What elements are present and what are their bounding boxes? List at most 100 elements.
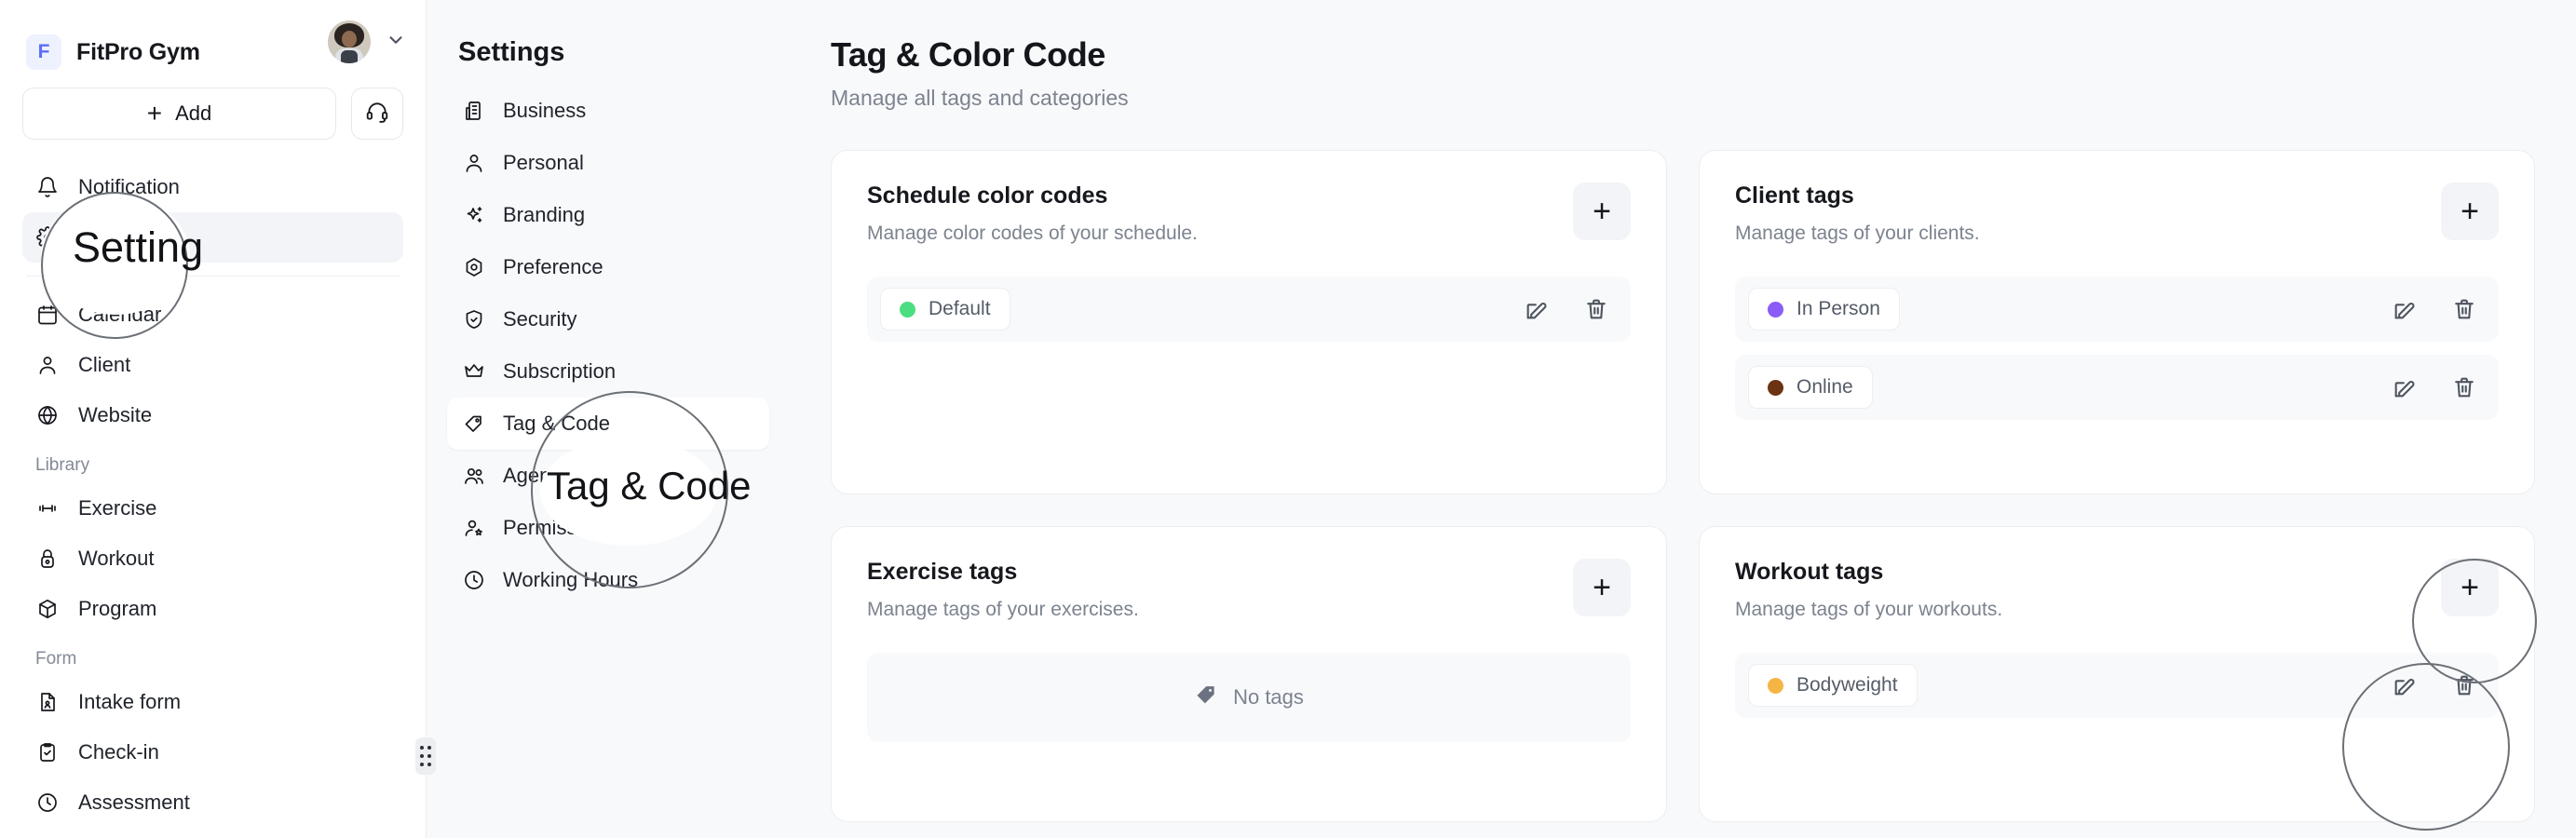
settings-item-label: Security xyxy=(503,307,576,331)
bell-icon xyxy=(35,175,60,199)
add-button[interactable]: + Add xyxy=(22,88,336,140)
shield-check-icon xyxy=(462,307,486,331)
plus-icon: + xyxy=(147,101,162,127)
grip-dots-right xyxy=(427,746,431,766)
calendar-icon xyxy=(35,303,60,327)
sidebar-action-row: + Add xyxy=(22,84,403,140)
row-actions xyxy=(2391,373,2478,401)
card-subtitle: Manage tags of your workouts. xyxy=(1735,599,2002,621)
user-icon xyxy=(462,151,486,175)
color-dot xyxy=(900,302,915,318)
chevron-down-icon[interactable] xyxy=(386,30,406,55)
settings-item-working-hours[interactable]: Working Hours xyxy=(447,554,769,606)
add-client-tag-button[interactable]: + xyxy=(2441,182,2499,240)
support-button[interactable] xyxy=(351,88,403,140)
card-header: Workout tags Manage tags of your workout… xyxy=(1735,559,2499,621)
delete-icon[interactable] xyxy=(2450,671,2478,699)
settings-item-business[interactable]: Business xyxy=(447,85,769,137)
add-workout-tag-button[interactable]: + xyxy=(2441,559,2499,616)
sidebar-item-check-in[interactable]: Check-in xyxy=(22,727,403,777)
edit-icon[interactable] xyxy=(2391,295,2419,323)
building-icon xyxy=(462,99,486,123)
sidebar-item-setting[interactable]: Setting xyxy=(22,212,403,263)
sidebar-item-exercise[interactable]: Exercise xyxy=(22,483,403,534)
clipboard-check-icon xyxy=(35,740,60,764)
card-title: Client tags xyxy=(1735,182,1980,210)
card-header: Exercise tags Manage tags of your exerci… xyxy=(867,559,1631,621)
sidebar-item-label: Assessment xyxy=(78,791,190,815)
add-exercise-tag-button[interactable]: + xyxy=(1573,559,1631,616)
sidebar-item-website[interactable]: Website xyxy=(22,390,403,440)
settings-item-subscription[interactable]: Subscription xyxy=(447,345,769,398)
table-row: Online xyxy=(1735,355,2499,420)
settings-item-label: Subscription xyxy=(503,359,616,384)
sidebar-resize-handle[interactable] xyxy=(415,737,436,775)
workout-icon xyxy=(35,547,60,571)
settings-nav-title: Settings xyxy=(447,37,769,68)
tag-rows: Bodyweight xyxy=(1735,653,2499,718)
delete-icon[interactable] xyxy=(2450,373,2478,401)
delete-icon[interactable] xyxy=(1582,295,1610,323)
settings-item-personal[interactable]: Personal xyxy=(447,137,769,189)
color-dot xyxy=(1768,678,1783,694)
sidebar-item-label: Intake form xyxy=(78,690,181,714)
settings-item-preference[interactable]: Preference xyxy=(447,241,769,293)
color-dot xyxy=(1768,302,1783,318)
tag-chip[interactable]: Default xyxy=(880,288,1010,331)
settings-item-security[interactable]: Security xyxy=(447,293,769,345)
color-dot xyxy=(1768,380,1783,396)
settings-item-permission[interactable]: Permission xyxy=(447,502,769,554)
crown-icon xyxy=(462,359,486,384)
globe-icon xyxy=(35,403,60,427)
avatar[interactable] xyxy=(328,20,371,63)
sidebar-item-calendar[interactable]: Calendar xyxy=(22,290,403,340)
dumbbell-icon xyxy=(35,496,60,520)
table-row: Default xyxy=(867,277,1631,342)
row-actions xyxy=(2391,671,2478,699)
tag-chip[interactable]: Online xyxy=(1748,366,1873,409)
settings-item-label: Branding xyxy=(503,203,585,227)
tag-chip[interactable]: Bodyweight xyxy=(1748,664,1918,707)
headset-icon xyxy=(365,100,389,128)
settings-nav: Settings Business Personal Branding Pref… xyxy=(427,0,790,838)
settings-item-tag-code[interactable]: Tag & Code xyxy=(447,398,769,450)
add-button-label: Add xyxy=(175,101,211,126)
edit-icon[interactable] xyxy=(2391,671,2419,699)
sparkle-icon xyxy=(462,203,486,227)
settings-item-agent[interactable]: Agent xyxy=(447,450,769,502)
settings-item-label: Preference xyxy=(503,255,603,279)
add-schedule-color-button[interactable]: + xyxy=(1573,182,1631,240)
settings-item-branding[interactable]: Branding xyxy=(447,189,769,241)
tag-rows: In Person xyxy=(1735,277,2499,420)
card-exercise-tags: Exercise tags Manage tags of your exerci… xyxy=(831,526,1667,822)
sidebar-item-notification[interactable]: Notification xyxy=(22,162,403,212)
delete-icon[interactable] xyxy=(2450,295,2478,323)
settings-item-label: Business xyxy=(503,99,586,123)
sidebar-item-workout[interactable]: Workout xyxy=(22,534,403,584)
tag-label: Bodyweight xyxy=(1796,674,1898,696)
box-icon xyxy=(35,597,60,621)
sidebar-group-library: Library xyxy=(22,440,403,483)
user-menu[interactable] xyxy=(328,20,406,63)
sidebar-item-program[interactable]: Program xyxy=(22,584,403,634)
settings-item-label: Personal xyxy=(503,151,584,175)
gear-icon xyxy=(35,225,60,250)
sidebar-item-label: Notification xyxy=(78,175,180,199)
settings-item-label: Permission xyxy=(503,516,604,540)
sidebar-item-label: Program xyxy=(78,597,156,621)
card-subtitle: Manage tags of your clients. xyxy=(1735,223,1980,245)
hexagon-icon xyxy=(462,255,486,279)
sidebar-nav: Notification Setting Calendar Client xyxy=(22,162,403,828)
tag-chip[interactable]: In Person xyxy=(1748,288,1900,331)
edit-icon[interactable] xyxy=(1523,295,1551,323)
card-workout-tags: Workout tags Manage tags of your workout… xyxy=(1699,526,2535,822)
sidebar-item-intake-form[interactable]: Intake form xyxy=(22,677,403,727)
sidebar-item-client[interactable]: Client xyxy=(22,340,403,390)
edit-icon[interactable] xyxy=(2391,373,2419,401)
sidebar-divider xyxy=(26,276,400,277)
sidebar-item-label: Check-in xyxy=(78,740,159,764)
card-schedule-color-codes: Schedule color codes Manage color codes … xyxy=(831,150,1667,494)
sidebar-item-assessment[interactable]: Assessment xyxy=(22,777,403,828)
document-user-icon xyxy=(35,690,60,714)
assessment-icon xyxy=(35,791,60,815)
